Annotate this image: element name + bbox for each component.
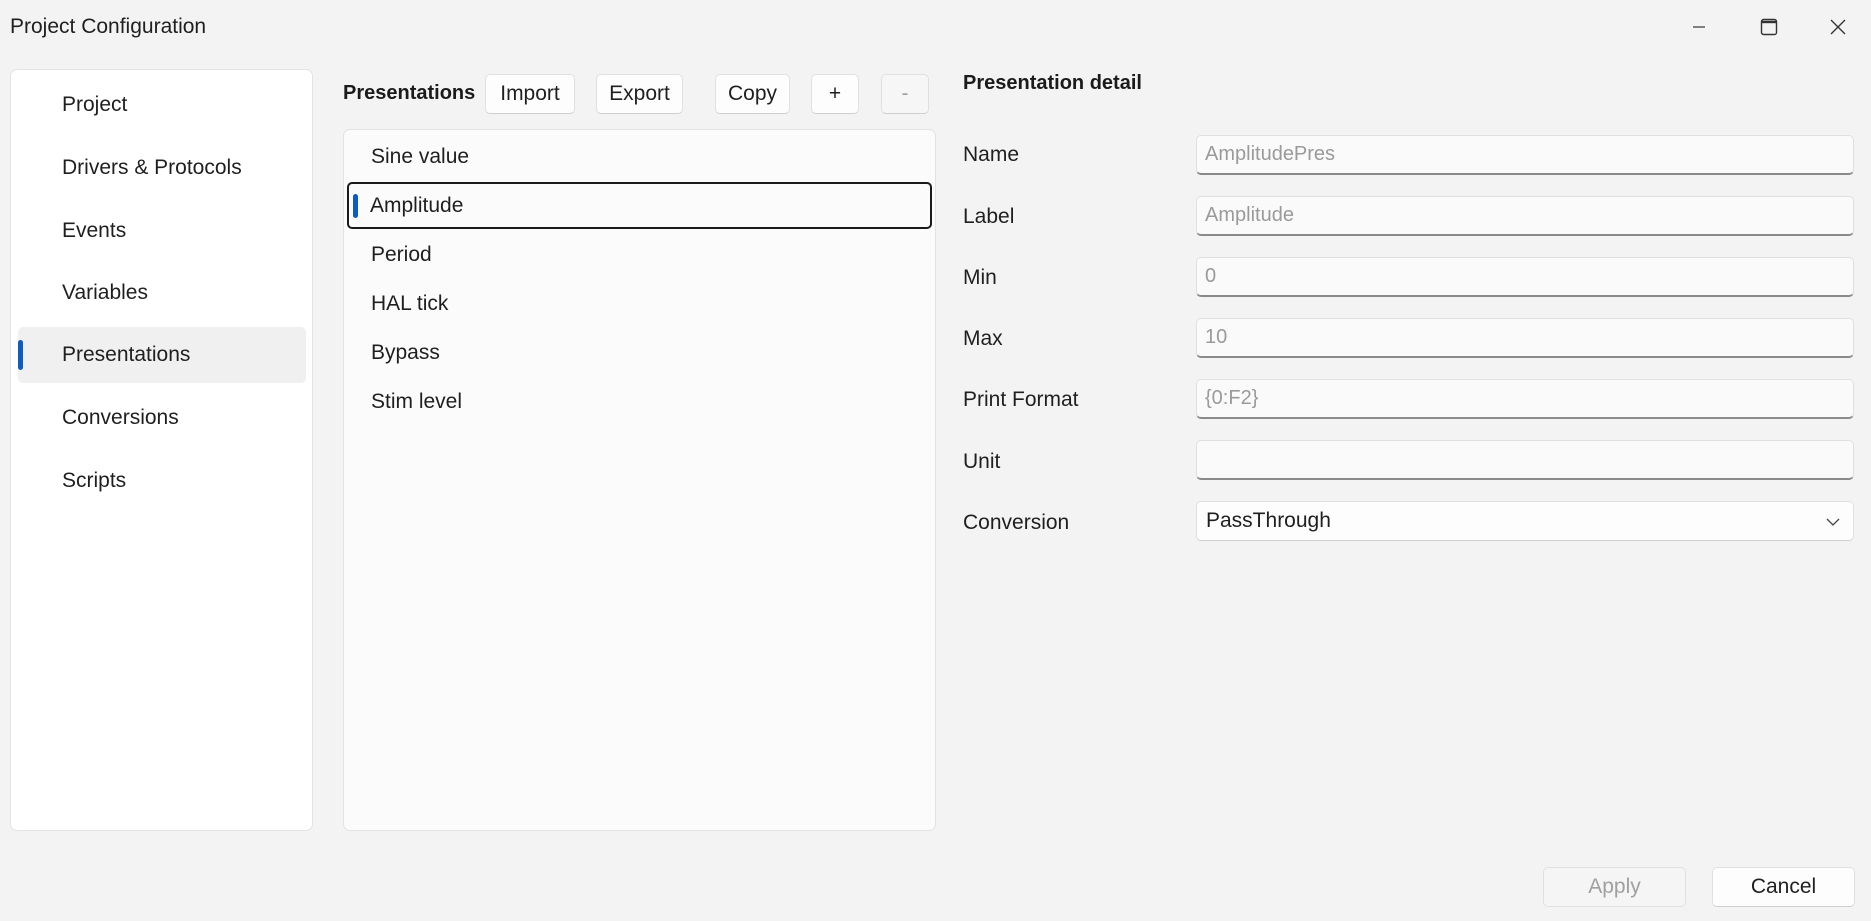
chevron-down-icon — [1826, 518, 1840, 526]
nav-item-label: Events — [62, 219, 127, 242]
list-item-label: Period — [371, 242, 432, 266]
min-input[interactable] — [1196, 257, 1854, 297]
nav-item-variables[interactable]: Variables — [18, 265, 306, 321]
window-title: Project Configuration — [10, 15, 207, 38]
nav-item-drivers-protocols[interactable]: Drivers & Protocols — [18, 140, 306, 196]
maximize-button[interactable] — [1737, 6, 1801, 48]
list-item-label: HAL tick — [371, 291, 449, 315]
nav-item-label: Variables — [62, 281, 148, 304]
add-button[interactable]: + — [811, 74, 859, 114]
max-label: Max — [963, 327, 1003, 350]
maximize-icon — [1760, 18, 1778, 36]
title-bar: Project Configuration — [0, 0, 1871, 54]
nav-item-label: Presentations — [62, 343, 191, 366]
apply-button[interactable]: Apply — [1543, 867, 1686, 907]
cancel-button[interactable]: Cancel — [1712, 867, 1855, 907]
import-button[interactable]: Import — [485, 74, 575, 114]
max-input[interactable] — [1196, 318, 1854, 358]
nav-item-project[interactable]: Project — [18, 77, 306, 133]
list-item-label: Stim level — [371, 389, 463, 413]
presentations-header: Presentations — [343, 82, 476, 104]
list-item-amplitude[interactable]: Amplitude — [347, 182, 932, 229]
unit-input[interactable] — [1196, 440, 1854, 480]
list-item-period[interactable]: Period — [347, 231, 932, 278]
nav-item-label: Scripts — [62, 469, 127, 492]
list-item-label: Bypass — [371, 340, 440, 364]
conversion-selected-value: PassThrough — [1206, 509, 1331, 532]
selection-indicator — [18, 340, 23, 370]
selection-indicator — [353, 194, 358, 218]
nav-item-conversions[interactable]: Conversions — [18, 390, 306, 446]
list-item-bypass[interactable]: Bypass — [347, 329, 932, 376]
conversion-label: Conversion — [963, 511, 1070, 534]
list-item-stim-level[interactable]: Stim level — [347, 378, 932, 425]
list-item-label: Sine value — [371, 144, 470, 168]
print-format-input[interactable] — [1196, 379, 1854, 419]
navigation-panel: Project Drivers & Protocols Events Varia… — [10, 69, 313, 831]
nav-item-label: Conversions — [62, 406, 179, 429]
nav-item-scripts[interactable]: Scripts — [18, 453, 306, 509]
min-label: Min — [963, 266, 997, 289]
close-button[interactable] — [1806, 6, 1870, 48]
remove-button[interactable]: - — [881, 74, 929, 114]
list-item-sine-value[interactable]: Sine value — [347, 133, 932, 180]
copy-button[interactable]: Copy — [715, 74, 790, 114]
nav-item-label: Project — [62, 93, 128, 116]
conversion-select[interactable]: PassThrough — [1196, 501, 1854, 541]
presentation-detail-header: Presentation detail — [963, 72, 1142, 94]
unit-label: Unit — [963, 450, 1001, 473]
label-label: Label — [963, 205, 1015, 228]
nav-item-events[interactable]: Events — [18, 203, 306, 259]
label-input[interactable] — [1196, 196, 1854, 236]
nav-item-label: Drivers & Protocols — [62, 156, 242, 179]
name-input[interactable] — [1196, 135, 1854, 175]
name-label: Name — [963, 143, 1020, 166]
nav-item-presentations[interactable]: Presentations — [18, 327, 306, 383]
presentations-list: Sine value Amplitude Period HAL tick Byp… — [343, 129, 936, 831]
list-item-label: Amplitude — [370, 193, 464, 217]
project-configuration-window: Project Configuration Project Drivers & … — [0, 0, 1871, 921]
print-format-label: Print Format — [963, 388, 1079, 411]
list-item-hal-tick[interactable]: HAL tick — [347, 280, 932, 327]
export-button[interactable]: Export — [596, 74, 683, 114]
close-icon — [1830, 19, 1846, 35]
minimize-button[interactable] — [1667, 6, 1731, 48]
minimize-icon — [1693, 26, 1705, 28]
